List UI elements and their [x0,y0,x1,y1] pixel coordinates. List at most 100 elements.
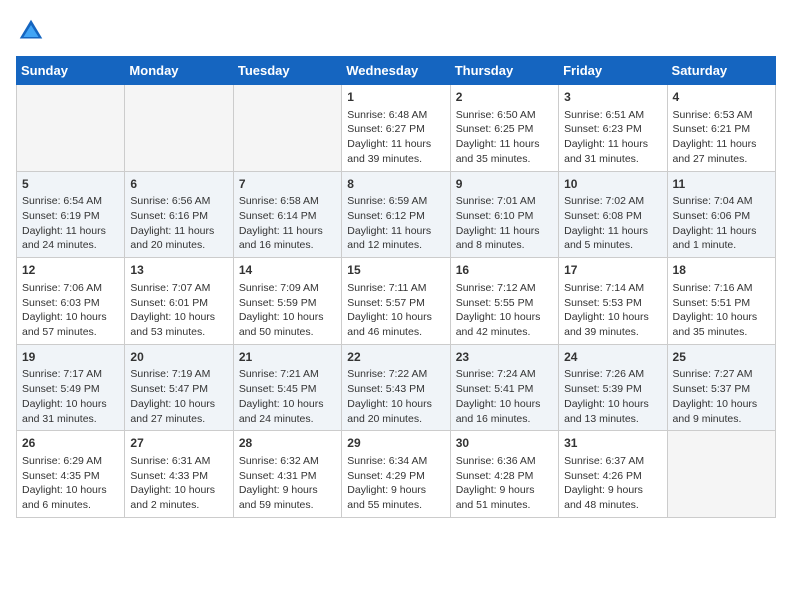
day-number: 4 [673,89,770,106]
sunrise-text: Sunrise: 7:02 AM [564,194,661,209]
daylight-text: and 9 minutes. [673,412,770,427]
sunset-text: Sunset: 4:28 PM [456,469,553,484]
sunset-text: Sunset: 5:59 PM [239,296,336,311]
calendar-table: SundayMondayTuesdayWednesdayThursdayFrid… [16,56,776,518]
sunset-text: Sunset: 6:21 PM [673,122,770,137]
calendar-cell: 26Sunrise: 6:29 AMSunset: 4:35 PMDayligh… [17,431,125,518]
daylight-text: and 27 minutes. [130,412,227,427]
weekday-header-monday: Monday [125,57,233,85]
sunset-text: Sunset: 6:08 PM [564,209,661,224]
weekday-header-wednesday: Wednesday [342,57,450,85]
sunset-text: Sunset: 6:16 PM [130,209,227,224]
daylight-text: and 53 minutes. [130,325,227,340]
calendar-cell: 8Sunrise: 6:59 AMSunset: 6:12 PMDaylight… [342,171,450,258]
sunset-text: Sunset: 5:49 PM [22,382,119,397]
sunrise-text: Sunrise: 7:24 AM [456,367,553,382]
sunset-text: Sunset: 5:51 PM [673,296,770,311]
sunrise-text: Sunrise: 7:12 AM [456,281,553,296]
day-number: 24 [564,349,661,366]
daylight-text: Daylight: 10 hours [673,310,770,325]
calendar-cell: 27Sunrise: 6:31 AMSunset: 4:33 PMDayligh… [125,431,233,518]
calendar-cell: 14 Sunrise: 7:09 AMSunset: 5:59 PMDayligh… [233,258,341,345]
daylight-text: Daylight: 10 hours [564,397,661,412]
daylight-text: Daylight: 11 hours [564,137,661,152]
daylight-text: and 5 minutes. [564,238,661,253]
calendar-cell: 19Sunrise: 7:17 AMSunset: 5:49 PMDayligh… [17,344,125,431]
day-number: 21 [239,349,336,366]
sunset-text: Sunset: 6:06 PM [673,209,770,224]
daylight-text: and 24 minutes. [22,238,119,253]
sunset-text: Sunset: 4:31 PM [239,469,336,484]
day-number: 14 [239,262,336,279]
daylight-text: and 20 minutes. [347,412,444,427]
sunrise-text: Sunrise: 6:53 AM [673,108,770,123]
calendar-cell: 11Sunrise: 7:04 AMSunset: 6:06 PMDayligh… [667,171,775,258]
daylight-text: Daylight: 10 hours [347,397,444,412]
daylight-text: and 46 minutes. [347,325,444,340]
calendar-cell: 13Sunrise: 7:07 AMSunset: 6:01 PMDayligh… [125,258,233,345]
sunset-text: Sunset: 6:25 PM [456,122,553,137]
calendar-week-row: 5Sunrise: 6:54 AMSunset: 6:19 PMDaylight… [17,171,776,258]
logo [16,16,50,46]
daylight-text: Daylight: 11 hours [456,224,553,239]
weekday-header-tuesday: Tuesday [233,57,341,85]
sunrise-text: Sunrise: 6:58 AM [239,194,336,209]
calendar-cell: 3Sunrise: 6:51 AMSunset: 6:23 PMDaylight… [559,85,667,172]
calendar-cell: 21Sunrise: 7:21 AMSunset: 5:45 PMDayligh… [233,344,341,431]
sunset-text: Sunset: 6:03 PM [22,296,119,311]
daylight-text: Daylight: 10 hours [130,483,227,498]
sunrise-text: Sunrise: 6:32 AM [239,454,336,469]
sunrise-text: Sunrise: 6:48 AM [347,108,444,123]
calendar-week-row: 12Sunrise: 7:06 AMSunset: 6:03 PMDayligh… [17,258,776,345]
daylight-text: Daylight: 10 hours [456,397,553,412]
daylight-text: Daylight: 10 hours [22,483,119,498]
sunrise-text: Sunrise: 6:29 AM [22,454,119,469]
sunrise-text: Sunrise: 7:17 AM [22,367,119,382]
calendar-week-row: 26Sunrise: 6:29 AMSunset: 4:35 PMDayligh… [17,431,776,518]
sunrise-text: Sunrise: 7:16 AM [673,281,770,296]
sunset-text: Sunset: 4:35 PM [22,469,119,484]
calendar-cell: 10Sunrise: 7:02 AMSunset: 6:08 PMDayligh… [559,171,667,258]
day-number: 18 [673,262,770,279]
daylight-text: Daylight: 9 hours [564,483,661,498]
sunrise-text: Sunrise: 7:09 AM [239,281,336,296]
daylight-text: Daylight: 10 hours [239,310,336,325]
daylight-text: Daylight: 9 hours [239,483,336,498]
day-number: 15 [347,262,444,279]
day-number: 2 [456,89,553,106]
sunrise-text: Sunrise: 7:21 AM [239,367,336,382]
calendar-cell: 1 Sunrise: 6:48 AMSunset: 6:27 PMDaylight… [342,85,450,172]
daylight-text: and 2 minutes. [130,498,227,513]
calendar-cell: 31Sunrise: 6:37 AMSunset: 4:26 PMDayligh… [559,431,667,518]
sunrise-text: Sunrise: 7:27 AM [673,367,770,382]
daylight-text: Daylight: 11 hours [347,137,444,152]
day-number: 28 [239,435,336,452]
daylight-text: Daylight: 10 hours [22,397,119,412]
day-number: 19 [22,349,119,366]
sunset-text: Sunset: 5:53 PM [564,296,661,311]
sunrise-text: Sunrise: 7:26 AM [564,367,661,382]
daylight-text: Daylight: 11 hours [564,224,661,239]
day-number: 6 [130,176,227,193]
daylight-text: and 35 minutes. [673,325,770,340]
sunrise-text: Sunrise: 7:14 AM [564,281,661,296]
daylight-text: and 13 minutes. [564,412,661,427]
daylight-text: Daylight: 10 hours [22,310,119,325]
page-header [16,16,776,46]
day-number: 7 [239,176,336,193]
sunrise-text: Sunrise: 7:04 AM [673,194,770,209]
daylight-text: Daylight: 11 hours [456,137,553,152]
day-number: 1 [347,89,444,106]
weekday-header-thursday: Thursday [450,57,558,85]
sunset-text: Sunset: 6:27 PM [347,122,444,137]
sunset-text: Sunset: 5:45 PM [239,382,336,397]
daylight-text: Daylight: 11 hours [673,224,770,239]
weekday-header-saturday: Saturday [667,57,775,85]
day-number: 17 [564,262,661,279]
sunrise-text: Sunrise: 7:01 AM [456,194,553,209]
sunrise-text: Sunrise: 6:31 AM [130,454,227,469]
daylight-text: Daylight: 11 hours [347,224,444,239]
calendar-cell: 4Sunrise: 6:53 AMSunset: 6:21 PMDaylight… [667,85,775,172]
daylight-text: and 39 minutes. [564,325,661,340]
day-number: 8 [347,176,444,193]
